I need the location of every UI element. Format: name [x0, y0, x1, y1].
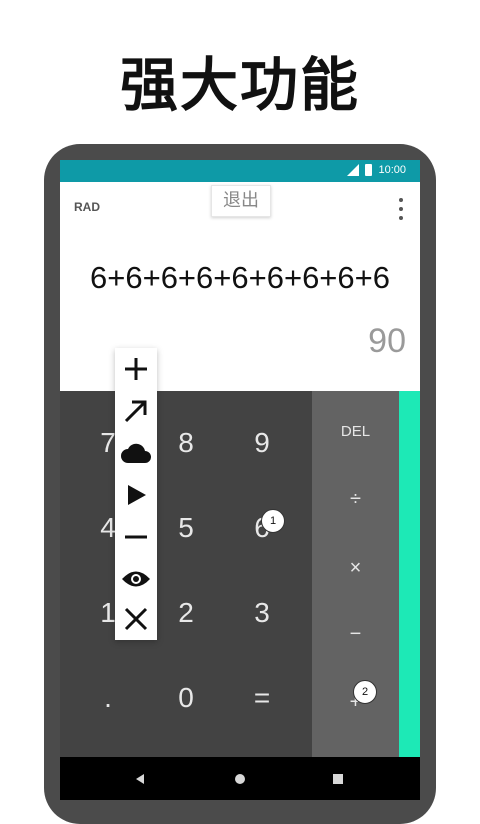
phone-screen: 10:00 RAD 退出 6+6+6+6+6+6+6+6+6 90 7 8 9 …: [60, 160, 420, 800]
key-equals[interactable]: =: [220, 656, 304, 740]
signal-icon: [347, 164, 360, 176]
formula-display: 6+6+6+6+6+6+6+6+6: [90, 260, 390, 295]
status-bar: 10:00: [60, 160, 420, 182]
plus-icon[interactable]: [115, 348, 157, 390]
add-button[interactable]: +: [312, 672, 399, 732]
eye-icon[interactable]: [115, 558, 157, 600]
key-9[interactable]: 9: [220, 401, 304, 485]
battery-icon: [365, 164, 373, 176]
operator-panel: DEL ÷ × − +: [312, 391, 399, 757]
calculator-display: RAD 退出 6+6+6+6+6+6+6+6+6 90: [60, 182, 420, 391]
result-display: 90: [368, 322, 406, 360]
exit-button[interactable]: 退出: [211, 185, 271, 217]
key-3[interactable]: 3: [220, 571, 304, 655]
key-decimal[interactable]: .: [66, 656, 150, 740]
headline: 强大功能: [119, 51, 360, 119]
advanced-panel-handle[interactable]: [399, 391, 420, 757]
recents-icon[interactable]: [326, 767, 350, 791]
angle-mode-label[interactable]: RAD: [74, 200, 100, 214]
key-6[interactable]: 6: [220, 486, 304, 570]
status-icons: 10:00: [347, 164, 406, 176]
overflow-menu-icon[interactable]: [398, 198, 404, 220]
home-icon[interactable]: [228, 767, 252, 791]
divide-button[interactable]: ÷: [312, 469, 399, 529]
close-icon[interactable]: [115, 598, 157, 640]
minus-icon[interactable]: [115, 516, 157, 558]
floating-toolbar: [115, 348, 157, 640]
subtract-button[interactable]: −: [312, 604, 399, 664]
play-icon[interactable]: [115, 474, 157, 516]
multiply-button[interactable]: ×: [312, 538, 399, 598]
navigation-bar: [60, 757, 420, 800]
step-badge-1: 1: [261, 509, 285, 533]
status-time: 10:00: [378, 164, 406, 176]
step-badge-2: 2: [353, 680, 377, 704]
key-0[interactable]: 0: [144, 656, 228, 740]
arrow-up-right-icon[interactable]: [115, 390, 157, 432]
number-keypad: 7 8 9 4 5 6 1 2 3 . 0 =: [60, 391, 312, 757]
cloud-icon[interactable]: [115, 432, 157, 474]
delete-button[interactable]: DEL: [312, 401, 399, 461]
back-icon[interactable]: [128, 767, 152, 791]
